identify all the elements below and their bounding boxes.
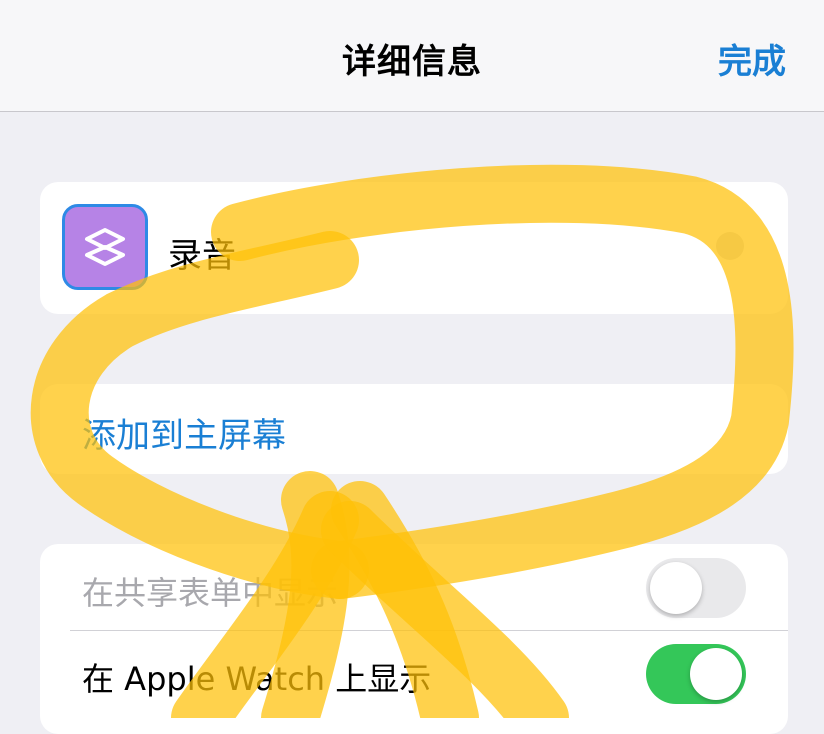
toggle-knob [690, 648, 742, 700]
add-to-home-card: 添加到主屏幕 [40, 384, 788, 474]
apple-watch-toggle[interactable] [646, 644, 746, 704]
shortcut-name[interactable]: 录音 [168, 228, 236, 277]
navigation-bar: 详细信息 完成 [0, 0, 824, 112]
share-sheet-toggle[interactable] [646, 558, 746, 618]
page-title: 详细信息 [342, 42, 482, 82]
settings-list: 在共享表单中显示 在 Apple Watch 上显示 [40, 544, 788, 734]
add-to-home-screen-button[interactable]: 添加到主屏幕 [82, 408, 286, 457]
setting-row-apple-watch: 在 Apple Watch 上显示 [40, 630, 788, 716]
shortcuts-layers-icon[interactable] [62, 204, 148, 290]
setting-row-share-sheet: 在共享表单中显示 [40, 544, 788, 630]
shortcut-card: 录音 [40, 182, 788, 314]
toggle-knob [650, 562, 702, 614]
setting-label: 在 Apple Watch 上显示 [82, 660, 432, 698]
clear-icon[interactable] [716, 232, 744, 260]
setting-label: 在共享表单中显示 [82, 574, 339, 612]
done-button[interactable]: 完成 [718, 34, 786, 83]
